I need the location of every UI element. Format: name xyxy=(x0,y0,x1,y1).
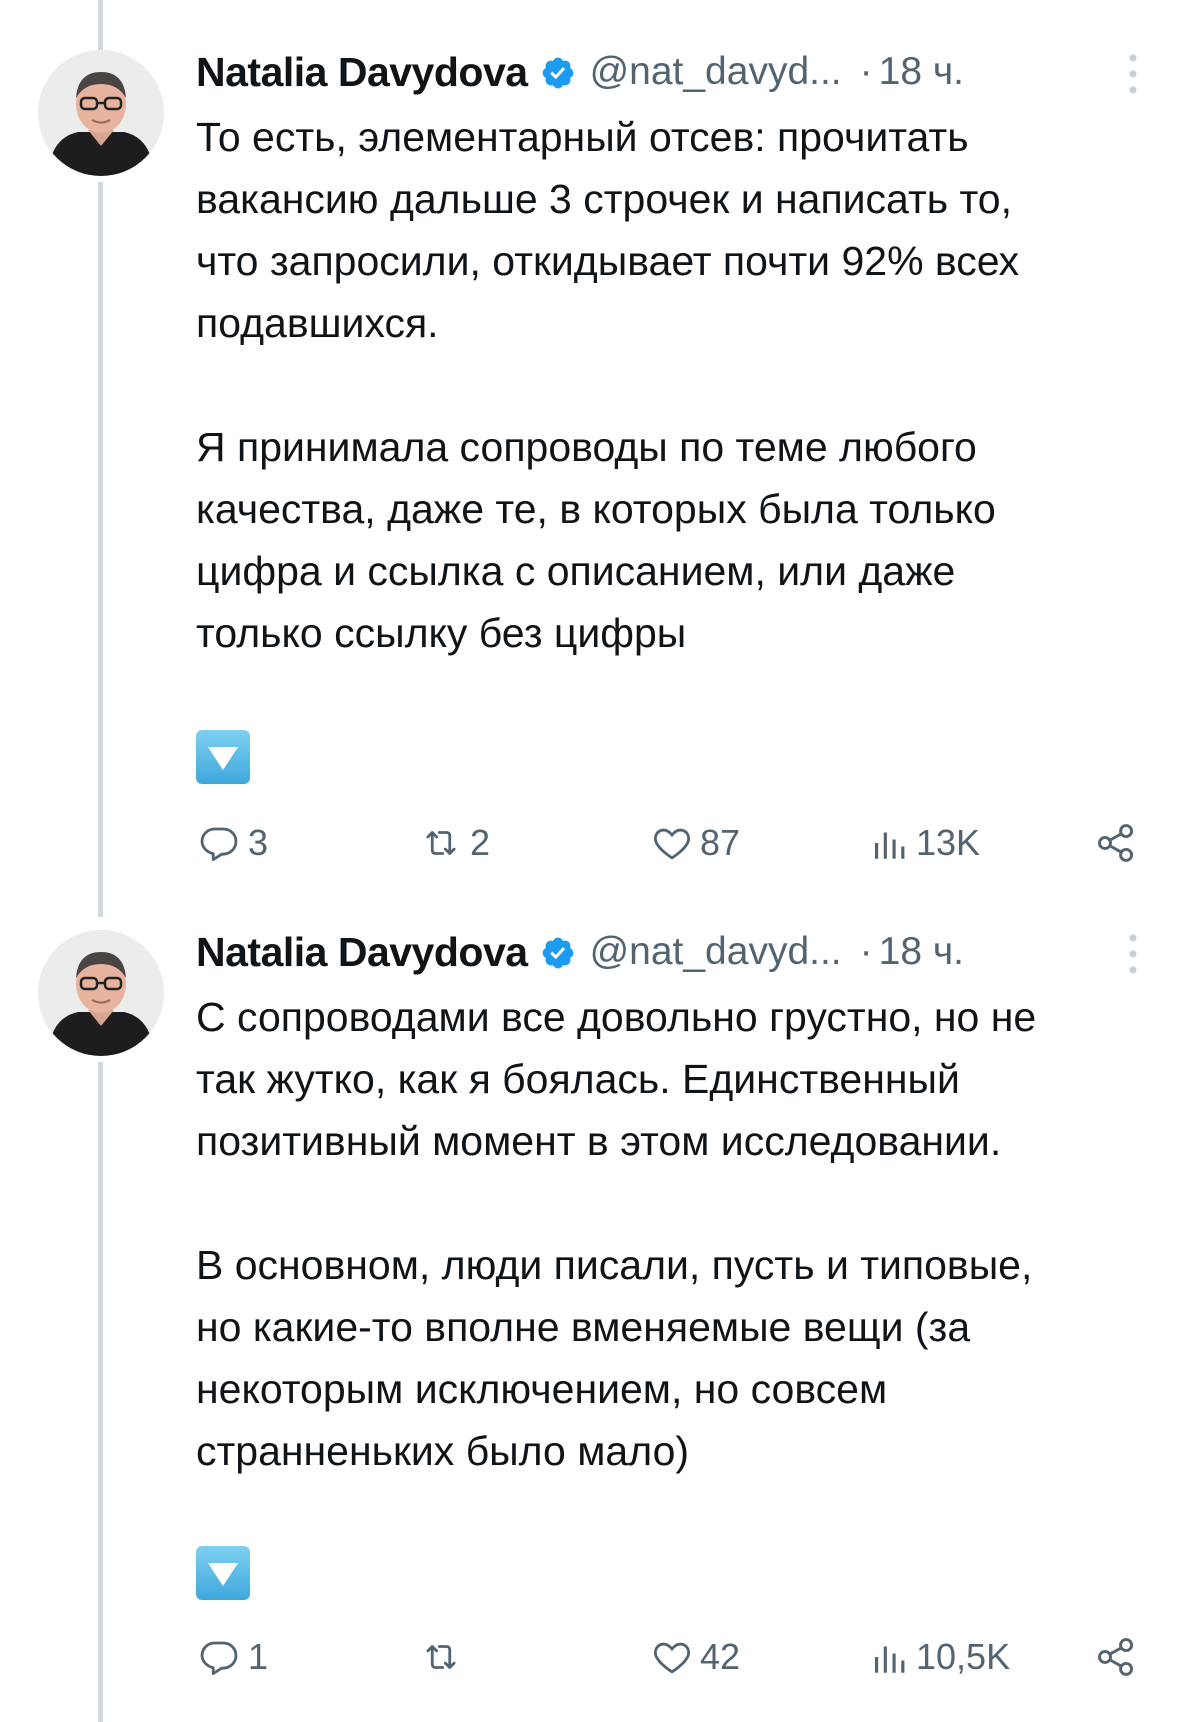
down-arrow-emoji-icon xyxy=(196,730,250,784)
reply-icon xyxy=(200,1641,238,1676)
avatar[interactable] xyxy=(38,50,164,176)
retweet-button[interactable]: 2 xyxy=(418,818,490,868)
time-separator: · xyxy=(859,930,873,973)
tweet[interactable]: Natalia Davydova @nat_davyd... · 18 ч. С… xyxy=(0,900,1200,1722)
reply-count: 3 xyxy=(248,822,269,863)
share-icon xyxy=(1098,824,1134,862)
tweet-header: Natalia Davydova @nat_davyd... · 18 ч. xyxy=(196,42,964,102)
avatar[interactable] xyxy=(38,930,164,1056)
tweet-actions: 1 42 10,5K xyxy=(196,1632,1146,1682)
author-handle[interactable]: @nat_davyd... xyxy=(590,930,842,974)
reply-count: 1 xyxy=(248,1636,269,1677)
retweet-count: 2 xyxy=(470,822,491,863)
share-button[interactable] xyxy=(1094,818,1138,868)
views-count: 10,5K xyxy=(916,1636,1011,1677)
like-count: 87 xyxy=(700,822,741,863)
timestamp[interactable]: 18 ч. xyxy=(879,50,964,94)
reply-button[interactable]: 1 xyxy=(196,1632,268,1682)
tweet-header: Natalia Davydova @nat_davyd... · 18 ч. xyxy=(196,922,964,982)
author-handle[interactable]: @nat_davyd... xyxy=(590,50,842,94)
heart-icon xyxy=(654,828,690,860)
more-options-icon[interactable] xyxy=(1128,932,1138,976)
retweet-icon xyxy=(426,1645,456,1669)
down-arrow-emoji-icon xyxy=(196,1546,250,1600)
author-name[interactable]: Natalia Davydova xyxy=(196,929,528,976)
like-button[interactable]: 87 xyxy=(650,818,740,868)
reply-button[interactable]: 3 xyxy=(196,818,268,868)
verified-badge-icon xyxy=(540,54,576,90)
tweet[interactable]: Natalia Davydova @nat_davyd... · 18 ч. Т… xyxy=(0,0,1200,900)
like-button[interactable]: 42 xyxy=(650,1632,740,1682)
more-options-icon[interactable] xyxy=(1128,52,1138,96)
heart-icon xyxy=(654,1642,690,1674)
like-count: 42 xyxy=(700,1636,741,1677)
tweet-actions: 3 2 87 13K xyxy=(196,818,1146,868)
retweet-button[interactable] xyxy=(418,1632,470,1682)
verified-badge-icon xyxy=(540,934,576,970)
bar-chart-icon xyxy=(875,832,905,859)
tweet-text: То есть, элементарный отсев: прочитать в… xyxy=(196,114,1020,656)
views-button[interactable]: 13K xyxy=(868,818,980,868)
time-separator: · xyxy=(859,50,873,93)
bar-chart-icon xyxy=(875,1646,905,1673)
views-count: 13K xyxy=(916,822,981,863)
retweet-icon xyxy=(426,831,456,855)
author-name[interactable]: Natalia Davydova xyxy=(196,49,528,96)
views-button[interactable]: 10,5K xyxy=(868,1632,1010,1682)
share-button[interactable] xyxy=(1094,1632,1138,1682)
reply-icon xyxy=(200,827,238,862)
share-icon xyxy=(1098,1638,1134,1676)
tweet-text: С сопроводами все довольно грустно, но н… xyxy=(196,994,1037,1474)
timestamp[interactable]: 18 ч. xyxy=(879,930,964,974)
